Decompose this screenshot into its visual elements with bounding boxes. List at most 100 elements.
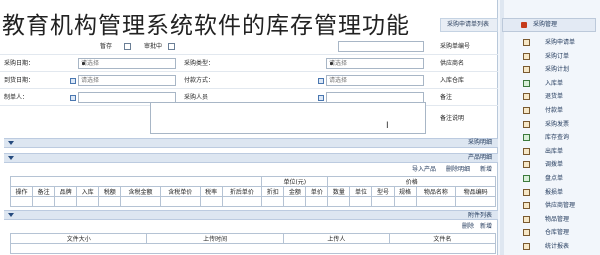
delete-row-button[interactable]: 删除明细 — [446, 164, 470, 175]
side-menu-item[interactable]: 付款单 — [505, 104, 597, 117]
attach-empty-row — [10, 243, 496, 254]
side-menu-item[interactable]: 报损单 — [505, 186, 597, 199]
checkbox-draft[interactable] — [124, 43, 131, 50]
table-row[interactable] — [9, 196, 496, 207]
table-icon — [523, 175, 530, 182]
column-header: 备注 — [32, 186, 56, 197]
column-header: 操作 — [9, 186, 34, 197]
table-group-header: 单位(元) 价格 — [9, 176, 496, 187]
dropdown-dot — [82, 62, 85, 65]
calendar-icon[interactable] — [70, 78, 76, 84]
attach-column-header: 上传时间 — [146, 233, 284, 244]
side-menu-item[interactable]: 退货单 — [505, 90, 597, 103]
column-header: 物品编码 — [455, 186, 496, 197]
table-cell[interactable] — [159, 196, 201, 207]
remark-textarea[interactable] — [150, 102, 426, 134]
side-menu-divider — [500, 0, 504, 255]
detail-collapse-bar[interactable]: 采购明细 — [4, 138, 498, 148]
table-cell[interactable] — [54, 196, 78, 207]
warehouse-label: 入库仓库 — [440, 77, 465, 84]
side-menu-item[interactable]: 仓库管理 — [505, 226, 597, 239]
chevron-down-icon — [8, 156, 14, 160]
side-menu-item-label: 采购计划 — [545, 66, 570, 74]
row3-left-label: 到货日期： — [4, 77, 35, 84]
attachment-table: 文件大小 上传时间 上传人 文件名 — [9, 233, 497, 254]
side-menu-item[interactable]: 入库单 — [505, 77, 597, 90]
row4-left-label: 制单人： — [4, 94, 29, 101]
table-cell[interactable] — [305, 196, 329, 207]
document-icon — [523, 93, 530, 101]
select-4[interactable]: 请选择 — [326, 75, 424, 86]
detail-collapse-title: 采购明细 — [467, 139, 492, 146]
side-menu-item-label: 调拨单 — [545, 161, 564, 169]
order-number-label: 采购单编号 — [440, 43, 471, 50]
remark-label: 备注 — [440, 94, 453, 101]
attach-delete-button[interactable]: 删除 — [462, 221, 474, 232]
import-product-button[interactable]: 导入产品 — [412, 164, 436, 175]
side-menu-item[interactable]: 物品管理 — [505, 213, 597, 226]
attach-add-button[interactable]: 新增 — [480, 221, 492, 232]
approving-label: 审批中 — [144, 43, 163, 50]
column-header: 入库 — [76, 186, 100, 197]
table-cell[interactable] — [327, 196, 351, 207]
table-cell[interactable] — [76, 196, 100, 207]
side-menu-item[interactable]: 盘点单 — [505, 172, 597, 185]
side-menu-item-label: 报损单 — [545, 188, 564, 196]
side-menu-item[interactable]: 库存查询 — [505, 131, 597, 144]
attach-column-header: 上传人 — [282, 233, 390, 244]
select-1[interactable]: 请选择 — [78, 58, 176, 69]
document-icon — [523, 120, 530, 128]
text-cursor-icon: I — [386, 121, 389, 131]
document-icon — [523, 202, 530, 210]
tab-label: 采购申请单列表 — [447, 21, 490, 28]
side-menu-item[interactable]: 出库单 — [505, 145, 597, 158]
side-menu-item[interactable]: 采购订单 — [505, 50, 597, 63]
table-cell[interactable] — [120, 196, 161, 207]
calendar-icon-2[interactable] — [318, 78, 324, 84]
table-cell[interactable] — [455, 196, 496, 207]
side-menu-header-label: 采购管理 — [533, 21, 558, 28]
side-menu-header[interactable]: 采购管理 — [502, 18, 596, 32]
chevron-down-icon — [8, 141, 14, 145]
column-header: 数量 — [327, 186, 351, 197]
document-icon — [523, 147, 530, 155]
side-menu-item[interactable]: 采购计划 — [505, 63, 597, 76]
table-cell[interactable] — [283, 196, 307, 207]
dept-picker-icon[interactable] — [318, 95, 324, 101]
attach-header-row: 文件大小 上传时间 上传人 文件名 — [9, 233, 497, 244]
table-cell[interactable] — [415, 196, 457, 207]
column-header: 单价 — [305, 186, 329, 197]
table-icon — [523, 134, 530, 142]
tab-purchase-request-list[interactable]: 采购申请单列表 — [440, 18, 498, 32]
dropdown-dot-2 — [330, 62, 333, 65]
table-cell[interactable] — [221, 196, 263, 207]
table-cell[interactable] — [393, 196, 417, 207]
checkbox-approving[interactable] — [168, 43, 175, 50]
select-3[interactable]: 请选择 — [78, 75, 176, 86]
document-icon — [523, 107, 530, 114]
user-picker-icon[interactable] — [70, 95, 76, 101]
table-cell[interactable] — [349, 196, 373, 207]
side-menu-item[interactable]: 采购申请单 — [505, 36, 597, 49]
table-cell[interactable] — [98, 196, 122, 207]
draft-label: 暂存 — [100, 43, 113, 50]
side-menu-item[interactable]: 供应商管理 — [505, 199, 597, 212]
table-cell[interactable] — [371, 196, 395, 207]
add-row-button[interactable]: 新增 — [480, 164, 492, 175]
side-menu-item-label: 出库单 — [545, 147, 564, 155]
side-menu-item[interactable]: 统计报表 — [505, 240, 597, 253]
row3-mid-label: 付款方式： — [184, 77, 215, 84]
side-menu-item[interactable]: 调拨单 — [505, 158, 597, 171]
side-menu-item[interactable]: 采购发票 — [505, 118, 597, 131]
row2-left-label: 采购日期： — [4, 60, 35, 67]
table-cell[interactable] — [32, 196, 56, 207]
table-cell[interactable] — [199, 196, 223, 207]
table-cell[interactable] — [9, 196, 34, 207]
select-2[interactable]: 请选择 — [326, 58, 424, 69]
document-icon — [523, 215, 530, 223]
side-menu-item-label: 入库单 — [545, 79, 564, 87]
table-cell[interactable] — [261, 196, 285, 207]
product-detail-title: 产品明细 — [467, 154, 492, 161]
side-menu-item-label: 采购申请单 — [545, 39, 576, 46]
order-number-input[interactable] — [338, 41, 424, 52]
